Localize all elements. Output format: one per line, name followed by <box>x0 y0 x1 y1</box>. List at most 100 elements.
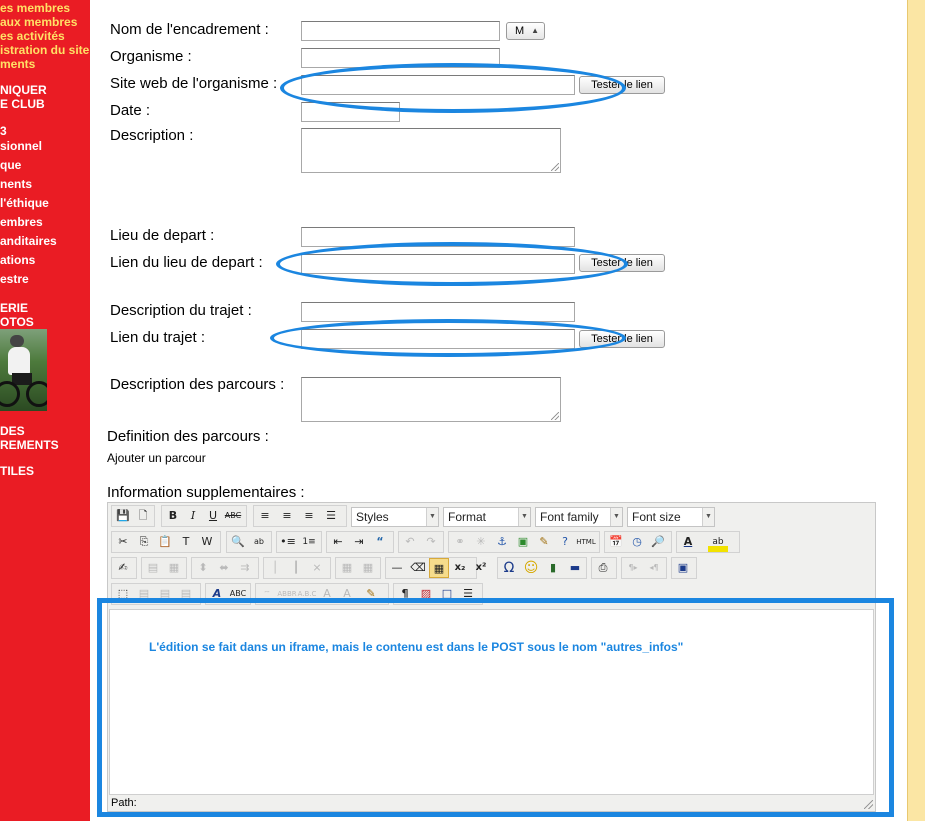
align-center-icon[interactable]: ≡ <box>277 506 297 526</box>
sidebar-link-activites[interactable]: es activités <box>0 29 65 43</box>
insert-row-icon[interactable]: ⬍ <box>193 558 213 578</box>
absolute-position-icon[interactable]: ▤ <box>176 584 196 604</box>
civility-select[interactable]: M ▲ <box>506 22 545 40</box>
redo-icon[interactable]: ↷ <box>421 532 441 552</box>
preview-icon[interactable]: 🔎 <box>648 532 668 552</box>
date-input[interactable] <box>301 102 400 122</box>
italic-icon[interactable]: I <box>183 506 203 526</box>
find-icon[interactable]: 🔍 <box>228 532 248 552</box>
lien-trajet-input[interactable] <box>301 329 575 349</box>
tester-lien-depart-button[interactable]: Tester le lien <box>579 254 665 272</box>
sidebar-section-utiles[interactable]: TILES <box>0 464 34 478</box>
advhr-icon[interactable]: ▬ <box>565 558 585 578</box>
sidebar-link-embres[interactable]: embres <box>0 215 43 229</box>
cell-props-icon[interactable]: ▦ <box>164 558 184 578</box>
font-family-select[interactable]: Font family ▼ <box>535 507 623 527</box>
paste-icon[interactable]: 📋 <box>155 532 175 552</box>
emotions-icon[interactable]: ☺ <box>521 558 541 578</box>
description-textarea[interactable] <box>301 128 561 173</box>
outdent-icon[interactable]: ⇤ <box>328 532 348 552</box>
sidebar-link-professionnel[interactable]: sionnel <box>0 139 42 153</box>
insert-date-icon[interactable]: 📅 <box>606 532 626 552</box>
visual-chars-icon[interactable]: ¶ <box>395 584 415 604</box>
sidebar-link-estre[interactable]: estre <box>0 272 29 286</box>
align-right-icon[interactable]: ≡ <box>299 506 319 526</box>
insert-time-icon[interactable]: ◷ <box>627 532 647 552</box>
html-source-icon[interactable]: HTML <box>576 532 596 552</box>
delete-text-icon[interactable]: A <box>317 584 337 604</box>
special-char-icon[interactable]: Ω <box>499 558 519 578</box>
superscript-icon[interactable]: x² <box>471 558 491 578</box>
sidebar-link-ments[interactable]: ments <box>0 57 35 71</box>
delete-col-icon[interactable]: ┃ <box>286 558 306 578</box>
sidebar-link-3[interactable]: 3 <box>0 124 7 138</box>
site-web-input[interactable] <box>301 75 575 95</box>
cleanup-icon[interactable]: ✎ <box>534 532 554 552</box>
resize-grip-icon[interactable] <box>864 800 873 809</box>
rtl-icon[interactable]: ◂¶ <box>644 558 664 578</box>
anchor-icon[interactable]: ⚓ <box>492 532 512 552</box>
link-icon[interactable]: ⚭ <box>450 532 470 552</box>
new-document-icon[interactable]: 🗋 <box>133 506 153 526</box>
media-icon[interactable]: ▮ <box>543 558 563 578</box>
background-color-icon[interactable]: ab <box>708 532 728 552</box>
numbered-list-icon[interactable]: 1≡ <box>299 532 319 552</box>
paste-word-icon[interactable]: W <box>197 532 217 552</box>
description-parcours-textarea[interactable] <box>301 377 561 422</box>
sidebar-link-ethique[interactable]: l'éthique <box>0 196 49 210</box>
gallery-photo-thumbnail[interactable] <box>0 329 47 411</box>
cut-icon[interactable]: ✂ <box>113 532 133 552</box>
strikethrough-icon[interactable]: ABC <box>223 506 243 526</box>
horizontal-rule-icon[interactable]: — <box>387 558 407 578</box>
editor-content-iframe[interactable] <box>109 609 874 795</box>
style-props-icon[interactable]: A <box>207 584 227 604</box>
lien-lieu-depart-input[interactable] <box>301 254 575 274</box>
image-icon[interactable]: ▣ <box>513 532 533 552</box>
font-size-select[interactable]: Font size ▼ <box>627 507 715 527</box>
ltr-icon[interactable]: ¶▸ <box>623 558 643 578</box>
sidebar-link-aux-membres[interactable]: aux membres <box>0 15 77 29</box>
spellcheck-icon[interactable]: ABC <box>228 584 248 604</box>
blockquote-icon[interactable]: “ <box>370 532 390 552</box>
sidebar-link-ations[interactable]: ations <box>0 253 35 267</box>
sidebar-link-commanditaires[interactable]: anditaires <box>0 234 57 248</box>
underline-icon[interactable]: U <box>203 506 223 526</box>
sidebar-link-nents[interactable]: nents <box>0 177 32 191</box>
non-breaking-icon[interactable]: ▨ <box>416 584 436 604</box>
unlink-icon[interactable]: ✳ <box>471 532 491 552</box>
save-icon[interactable]: 💾 <box>113 506 133 526</box>
layer-icon[interactable]: ▦ <box>337 558 357 578</box>
page-break-icon[interactable]: □ <box>437 584 457 604</box>
format-select[interactable]: Format ▼ <box>443 507 531 527</box>
delete-row-icon[interactable]: ⬌ <box>214 558 234 578</box>
move-backward-icon[interactable]: ▤ <box>155 584 175 604</box>
copy-icon[interactable]: ⎘ <box>134 532 154 552</box>
insert-col-icon[interactable]: │ <box>265 558 285 578</box>
template-icon[interactable]: ☰ <box>458 584 478 604</box>
abbr-icon[interactable]: ABBR <box>277 584 297 604</box>
cite-icon[interactable]: ″″ <box>257 584 277 604</box>
absolute-icon[interactable]: ▦ <box>358 558 378 578</box>
remove-format-icon[interactable]: ⌫ <box>408 558 428 578</box>
organisme-input[interactable] <box>301 48 500 68</box>
subscript-icon[interactable]: x₂ <box>450 558 470 578</box>
text-color-icon[interactable]: A <box>678 532 698 552</box>
sidebar-link-administration[interactable]: istration du site <box>0 43 89 57</box>
tester-lien-site-button[interactable]: Tester le lien <box>579 76 665 94</box>
merge-cells-icon[interactable]: ⨯ <box>307 558 327 578</box>
ajouter-parcours-link[interactable]: Ajouter un parcour <box>107 451 206 465</box>
acronym-icon[interactable]: A.B.C <box>297 584 317 604</box>
print-icon[interactable]: ⎙ <box>593 558 613 578</box>
tester-lien-trajet-button[interactable]: Tester le lien <box>579 330 665 348</box>
fullscreen-icon[interactable]: ▣ <box>673 558 693 578</box>
paste-text-icon[interactable]: T <box>176 532 196 552</box>
help-icon[interactable]: ? <box>555 532 575 552</box>
description-trajet-input[interactable] <box>301 302 575 322</box>
sidebar-link-que[interactable]: que <box>0 158 21 172</box>
sidebar-link-membres[interactable]: es membres <box>0 1 70 15</box>
move-forward-icon[interactable]: ▤ <box>134 584 154 604</box>
lieu-depart-input[interactable] <box>301 227 575 247</box>
indent-icon[interactable]: ⇥ <box>349 532 369 552</box>
insert-table-icon[interactable]: ▦ <box>429 558 449 578</box>
replace-icon[interactable]: ab <box>249 532 269 552</box>
